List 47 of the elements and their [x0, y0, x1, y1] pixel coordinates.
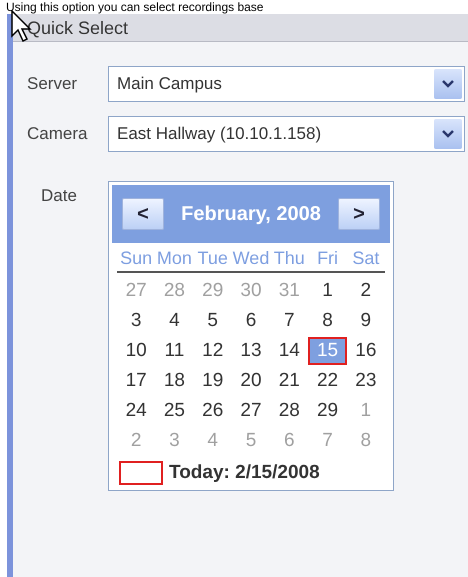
day-cell[interactable]: 29	[316, 398, 338, 422]
weekday-label: Sat	[351, 246, 380, 270]
day-cell[interactable]: 23	[355, 368, 376, 392]
day-cell[interactable]: 17	[126, 368, 147, 392]
day-cell[interactable]: 22	[316, 368, 338, 392]
day-cell[interactable]: 24	[126, 398, 147, 422]
caption-text: Using this option you can select recordings base	[5, 0, 264, 14]
day-cell[interactable]: 18	[164, 368, 185, 392]
day-cell[interactable]: 26	[202, 398, 224, 422]
month-title: February, 2008	[181, 202, 321, 227]
weekday-label: Sun	[119, 246, 154, 270]
weekday-label: Thu	[272, 246, 306, 270]
day-cell[interactable]: 10	[126, 338, 147, 362]
previous-month-button[interactable]: <	[122, 198, 164, 230]
day-cell[interactable]: 1	[322, 278, 333, 302]
day-cell[interactable]: 12	[202, 338, 224, 362]
day-cell[interactable]: 3	[130, 308, 142, 332]
panel-title: Quick Select	[13, 14, 468, 42]
next-month-button[interactable]: >	[338, 198, 380, 230]
day-cell[interactable]: 16	[355, 338, 376, 362]
day-cell[interactable]: 28	[278, 398, 300, 422]
date-label: Date	[40, 185, 78, 207]
day-cell[interactable]: 8	[322, 308, 333, 332]
weekday-label: Tue	[196, 246, 229, 270]
day-cell[interactable]: 25	[164, 398, 185, 422]
today-marker	[119, 460, 163, 485]
day-cell[interactable]: 11	[164, 338, 184, 362]
day-cell[interactable]: 6	[246, 308, 256, 332]
today-link[interactable]: Today: 2/15/2008	[169, 458, 320, 487]
field-label: Camera	[26, 123, 88, 146]
day-cell[interactable]: 4	[169, 308, 180, 332]
day-cell[interactable]: 14	[278, 338, 300, 362]
weekday-label: Mon	[156, 246, 193, 270]
weekday-label: Fri	[316, 246, 340, 270]
day-cell[interactable]: 9	[360, 308, 372, 332]
day-cell[interactable]: 19	[202, 368, 224, 392]
day-cell[interactable]: 21	[278, 368, 300, 392]
day-cell[interactable]: 2	[360, 278, 372, 302]
day-cell[interactable]: 13	[240, 338, 262, 362]
day-cell[interactable]: 7	[284, 308, 295, 332]
day-cell[interactable]: 27	[240, 398, 262, 422]
day-cell[interactable]: 5	[207, 308, 218, 332]
weekday-label: Wed	[232, 246, 270, 270]
field-label: Server	[26, 73, 78, 96]
dropdown[interactable]: Main Campus	[108, 66, 465, 102]
dropdown[interactable]: East Hallway (10.10.1.158)	[108, 116, 465, 152]
day-cell[interactable]: 20	[240, 368, 262, 392]
